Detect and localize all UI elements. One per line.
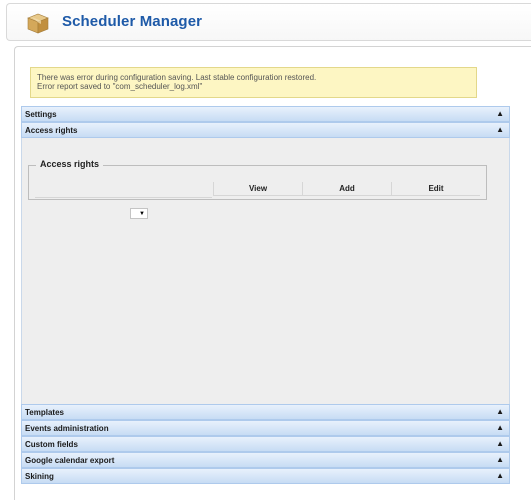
error-message: There was error during configuration sav…	[30, 67, 477, 98]
panel-label: Settings	[25, 110, 57, 119]
error-line-2: Error report saved to "com_scheduler_log…	[37, 82, 203, 91]
panel-label: Events administration	[25, 424, 109, 433]
panel-access-rights[interactable]: Access rights ▲	[21, 122, 510, 138]
chevron-up-icon[interactable]: ▲	[496, 422, 504, 434]
group-select[interactable]: ▼	[130, 208, 148, 219]
page-title: Scheduler Manager	[62, 13, 203, 30]
panel-google-calendar-export[interactable]: Google calendar export ▲	[21, 452, 510, 468]
panel-label: Custom fields	[25, 440, 78, 449]
access-rights-fieldset: Access rights View Add Edit	[28, 159, 487, 200]
panel-label: Access rights	[25, 126, 78, 135]
error-line-1: There was error during configuration sav…	[37, 73, 317, 82]
panel-templates[interactable]: Templates ▲	[21, 404, 510, 420]
chevron-up-icon[interactable]: ▲	[496, 124, 504, 136]
panel-skining[interactable]: Skining ▲	[21, 468, 510, 484]
chevron-up-icon[interactable]: ▲	[496, 454, 504, 466]
access-rights-content: Access rights View Add Edit ▼	[21, 138, 510, 404]
column-view: View	[213, 182, 302, 196]
column-edit: Edit	[391, 182, 480, 196]
page-header: Scheduler Manager	[6, 3, 531, 41]
column-add: Add	[302, 182, 391, 196]
panel-label: Google calendar export	[25, 456, 115, 465]
panel-label: Templates	[25, 408, 64, 417]
permission-columns: View Add Edit	[29, 182, 486, 196]
chevron-up-icon[interactable]: ▲	[496, 406, 504, 418]
chevron-up-icon[interactable]: ▲	[496, 438, 504, 450]
group-column-header	[35, 197, 212, 198]
package-box-icon	[27, 13, 49, 34]
chevron-up-icon[interactable]: ▲	[496, 470, 504, 482]
panel-label: Skining	[25, 472, 54, 481]
chevron-up-icon[interactable]: ▲	[496, 108, 504, 120]
panel-events-administration[interactable]: Events administration ▲	[21, 420, 510, 436]
panel-settings[interactable]: Settings ▲	[21, 106, 510, 122]
caret-down-icon[interactable]: ▼	[139, 210, 145, 218]
fieldset-legend: Access rights	[36, 159, 104, 169]
panel-custom-fields[interactable]: Custom fields ▲	[21, 436, 510, 452]
